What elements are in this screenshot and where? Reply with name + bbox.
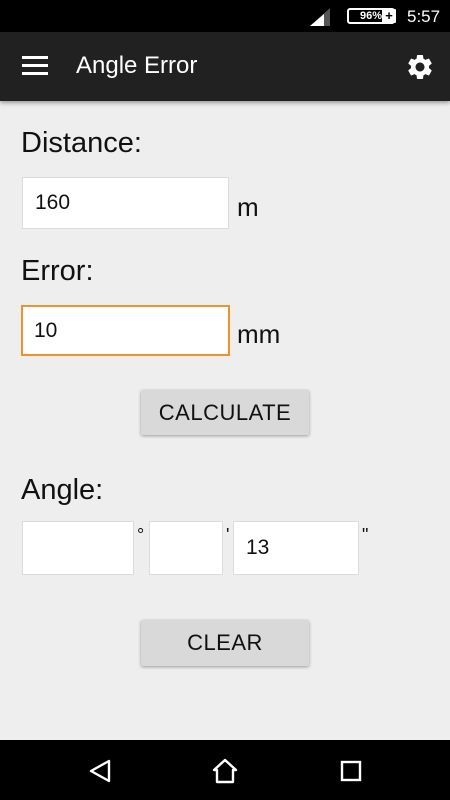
back-icon[interactable] — [87, 758, 113, 784]
seconds-input[interactable] — [233, 521, 359, 575]
error-label: Error: — [21, 255, 94, 287]
clock: 5:57 — [407, 7, 441, 26]
menu-icon[interactable] — [22, 56, 48, 76]
clear-button[interactable]: CLEAR — [141, 620, 309, 666]
degree-mark: ° — [137, 525, 145, 545]
error-input[interactable] — [21, 305, 230, 356]
distance-unit: m — [237, 192, 259, 222]
signal-icon — [310, 8, 330, 26]
minute-mark: ' — [226, 525, 230, 545]
distance-label: Distance: — [21, 127, 142, 159]
error-unit: mm — [237, 319, 281, 349]
minutes-input[interactable] — [149, 521, 223, 575]
distance-input[interactable] — [22, 177, 229, 229]
second-mark: " — [362, 525, 369, 545]
status-bar: 96% + 5:57 — [0, 0, 450, 32]
charging-icon: + — [382, 9, 396, 23]
home-icon[interactable] — [212, 758, 238, 784]
angle-label: Angle: — [21, 474, 104, 506]
calculate-button[interactable]: CALCULATE — [141, 390, 309, 435]
settings-icon[interactable] — [405, 52, 435, 82]
app-title: Angle Error — [76, 52, 198, 79]
navigation-bar — [0, 740, 450, 800]
battery-level: 96% — [359, 10, 383, 22]
degrees-input[interactable] — [22, 521, 134, 575]
app-bar: Angle Error — [0, 32, 450, 101]
recents-icon[interactable] — [338, 758, 364, 784]
